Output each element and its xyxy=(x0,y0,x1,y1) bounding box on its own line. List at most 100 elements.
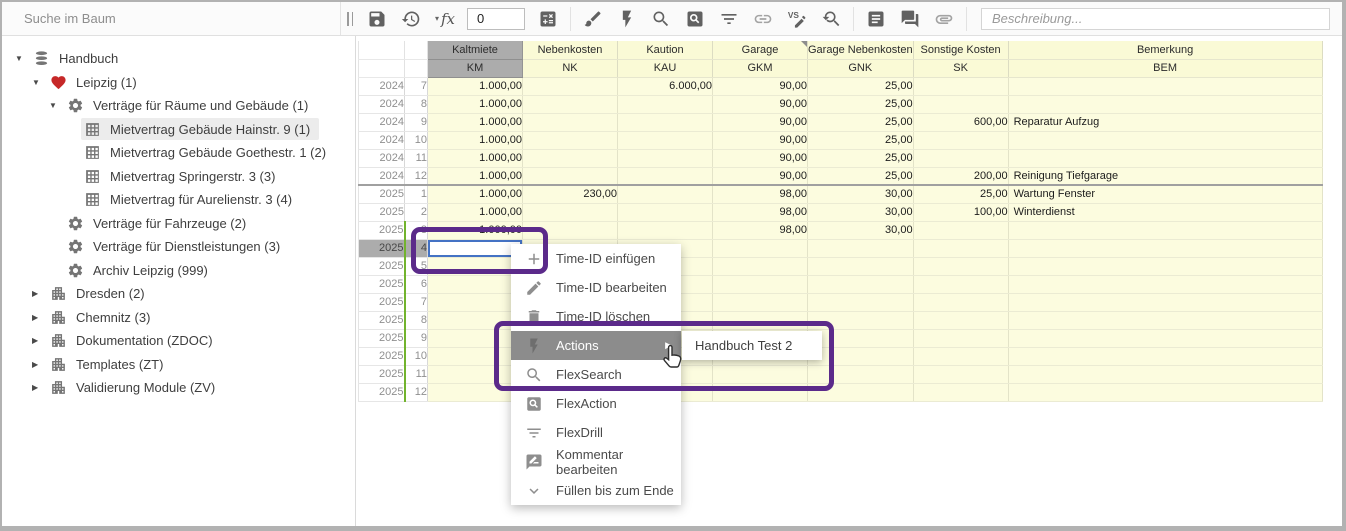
grid-cell[interactable]: 600,00 xyxy=(913,113,1008,131)
row-month-header[interactable]: 9 xyxy=(405,329,428,347)
grid-cell[interactable] xyxy=(523,113,618,131)
grid-cell[interactable] xyxy=(618,95,713,113)
comments-button[interactable] xyxy=(893,4,927,34)
column-title[interactable]: Kaution xyxy=(618,41,713,59)
grid-cell[interactable]: 25,00 xyxy=(808,113,914,131)
formula-dropdown-button[interactable]: ▾ fx xyxy=(428,4,462,34)
tree-item[interactable]: ▶Dresden (2) xyxy=(2,282,355,306)
tree-item[interactable]: ▶Templates (ZT) xyxy=(2,353,355,377)
grid-cell[interactable] xyxy=(713,239,808,257)
collapse-arrow-icon[interactable]: ▶ xyxy=(32,383,47,392)
row-year-header[interactable]: 2025 xyxy=(359,275,405,293)
grid-cell[interactable]: 90,00 xyxy=(713,77,808,95)
row-month-header[interactable]: 9 xyxy=(405,113,428,131)
grid-cell[interactable] xyxy=(713,275,808,293)
history-button[interactable] xyxy=(394,4,428,34)
grid-cell[interactable]: 230,00 xyxy=(523,185,618,203)
grid-cell[interactable] xyxy=(428,293,523,311)
row-month-header[interactable]: 1 xyxy=(405,185,428,203)
grid-cell[interactable] xyxy=(913,275,1008,293)
row-year-header[interactable]: 2025 xyxy=(359,329,405,347)
grid-cell[interactable]: 1.000,00 xyxy=(428,95,523,113)
grid-cell[interactable] xyxy=(1008,347,1322,365)
grid-cell[interactable] xyxy=(713,383,808,401)
menu-item[interactable]: Time-ID löschen xyxy=(511,302,681,331)
tree-item[interactable]: Mietvertrag Springerstr. 3 (3) xyxy=(2,165,355,189)
grid-cell[interactable]: 98,00 xyxy=(713,221,808,239)
grid-cell[interactable]: 25,00 xyxy=(808,77,914,95)
row-month-header[interactable]: 8 xyxy=(405,95,428,113)
grid-cell[interactable] xyxy=(428,383,523,401)
grid-cell[interactable] xyxy=(1008,77,1322,95)
grid-cell[interactable] xyxy=(913,383,1008,401)
tree-item[interactable]: ▶Validierung Module (ZV) xyxy=(2,376,355,400)
row-year-header[interactable]: 2024 xyxy=(359,167,405,185)
grid-cell[interactable] xyxy=(618,167,713,185)
flash-button[interactable] xyxy=(610,4,644,34)
grid-cell[interactable]: 25,00 xyxy=(808,149,914,167)
column-code[interactable]: NK xyxy=(523,59,618,77)
grid-cell[interactable] xyxy=(523,95,618,113)
column-code[interactable]: SK xyxy=(913,59,1008,77)
grid-cell[interactable] xyxy=(913,347,1008,365)
grid-cell[interactable] xyxy=(713,365,808,383)
grid-cell[interactable] xyxy=(913,239,1008,257)
grid-cell[interactable]: 1.000,00 xyxy=(428,149,523,167)
row-month-header[interactable]: 4 xyxy=(405,239,428,257)
row-year-header[interactable]: 2024 xyxy=(359,113,405,131)
grid-cell[interactable]: Reparatur Aufzug xyxy=(1008,113,1322,131)
context-submenu-item[interactable]: Handbuch Test 2 xyxy=(682,331,822,360)
grid-cell[interactable]: 1.000,00 xyxy=(428,167,523,185)
grid-cell[interactable] xyxy=(913,95,1008,113)
grid-cell[interactable] xyxy=(1008,257,1322,275)
grid-cell[interactable] xyxy=(523,167,618,185)
grid-cell[interactable]: 25,00 xyxy=(808,95,914,113)
grid-cell[interactable] xyxy=(523,131,618,149)
grid-cell[interactable] xyxy=(713,311,808,329)
column-title[interactable]: Sonstige Kosten xyxy=(913,41,1008,59)
grid-cell[interactable] xyxy=(428,329,523,347)
grid-cell[interactable]: 1.000,00 xyxy=(428,203,523,221)
tree-item[interactable]: Mietvertrag Gebäude Hainstr. 9 (1) xyxy=(2,118,355,142)
grid-cell[interactable]: 25,00 xyxy=(913,185,1008,203)
row-month-header[interactable]: 2 xyxy=(405,203,428,221)
row-year-header[interactable]: 2025 xyxy=(359,239,405,257)
grid-cell[interactable] xyxy=(1008,311,1322,329)
column-code[interactable]: GNK xyxy=(808,59,914,77)
expand-arrow-icon[interactable]: ▼ xyxy=(49,101,64,110)
grid-cell[interactable] xyxy=(428,275,523,293)
grid-cell[interactable]: 30,00 xyxy=(808,203,914,221)
tree-item[interactable]: Verträge für Fahrzeuge (2) xyxy=(2,212,355,236)
grid-cell[interactable] xyxy=(913,257,1008,275)
grid-cell[interactable] xyxy=(913,311,1008,329)
tree-search-input[interactable] xyxy=(22,10,306,27)
grid-cell[interactable] xyxy=(913,365,1008,383)
vs-edit-button[interactable]: VS xyxy=(780,4,814,34)
grid-cell[interactable] xyxy=(913,329,1008,347)
grid-cell[interactable] xyxy=(808,293,914,311)
collapse-arrow-icon[interactable]: ▶ xyxy=(32,360,47,369)
grid-cell[interactable] xyxy=(808,257,914,275)
tree-item[interactable]: ▼Handbuch xyxy=(2,47,355,71)
grid-cell[interactable]: 1.000,00 xyxy=(428,221,523,239)
grid-cell[interactable] xyxy=(808,383,914,401)
grid-cell[interactable] xyxy=(808,275,914,293)
toolbar-drag-handle[interactable] xyxy=(347,12,353,26)
grid-cell[interactable] xyxy=(1008,329,1322,347)
column-title[interactable]: Kaltmiete xyxy=(428,41,523,59)
grid-cell[interactable] xyxy=(523,149,618,167)
row-month-header[interactable]: 10 xyxy=(405,347,428,365)
tree-item[interactable]: ▶Dokumentation (ZDOC) xyxy=(2,329,355,353)
flex-action-button[interactable] xyxy=(678,4,712,34)
column-title[interactable]: Garage Nebenkosten xyxy=(808,41,914,59)
grid-cell[interactable] xyxy=(618,221,713,239)
row-year-header[interactable]: 2025 xyxy=(359,293,405,311)
row-month-header[interactable]: 12 xyxy=(405,383,428,401)
tree-item[interactable]: ▼Verträge für Räume und Gebäude (1) xyxy=(2,94,355,118)
row-month-header[interactable]: 3 xyxy=(405,221,428,239)
grid-cell[interactable] xyxy=(1008,239,1322,257)
grid-cell[interactable] xyxy=(913,77,1008,95)
tree-item[interactable]: Mietvertrag Gebäude Goethestr. 1 (2) xyxy=(2,141,355,165)
grid-cell[interactable]: 200,00 xyxy=(913,167,1008,185)
link-button[interactable] xyxy=(746,4,780,34)
